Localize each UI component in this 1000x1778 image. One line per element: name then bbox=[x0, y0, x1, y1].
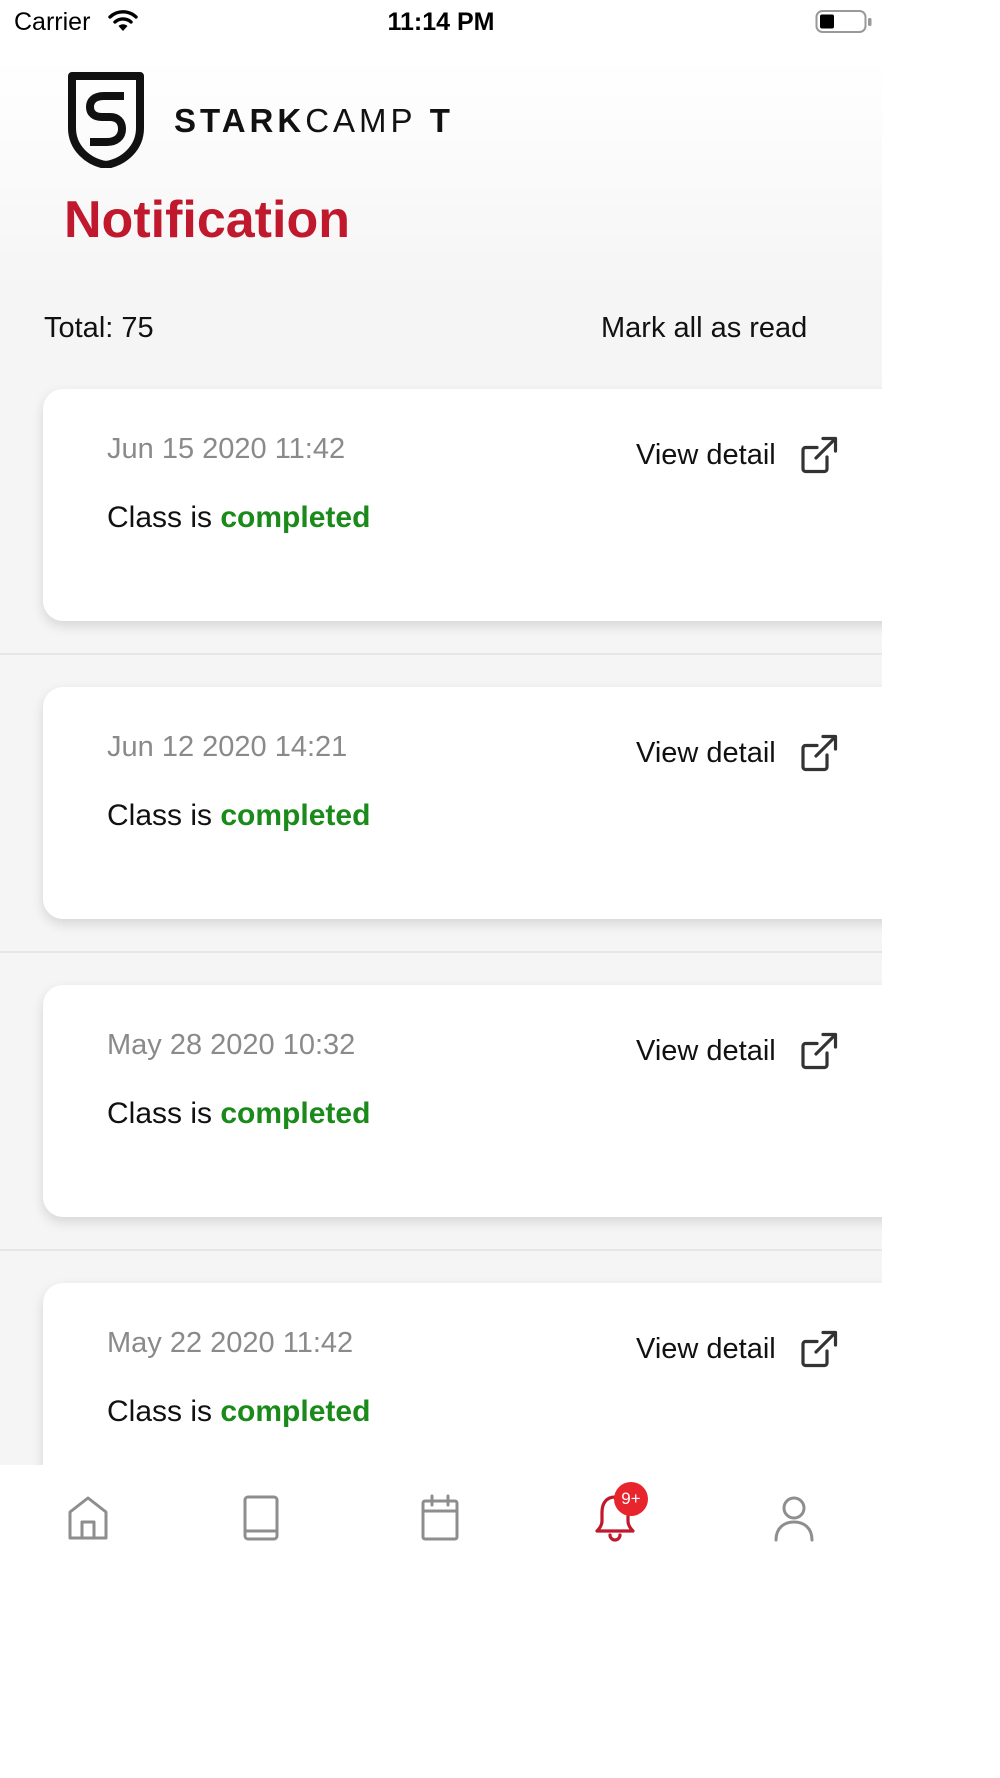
view-detail-label: View detail bbox=[636, 439, 776, 471]
brand-name-suffix: T bbox=[416, 102, 454, 139]
logo-mark-icon bbox=[66, 70, 146, 173]
external-link-icon bbox=[799, 435, 839, 480]
notification-count-badge: 9+ bbox=[614, 1482, 648, 1516]
divider bbox=[0, 951, 882, 953]
calendar-icon bbox=[410, 1494, 470, 1551]
notification-card[interactable]: Jun 12 2020 14:21 Class is completed Vie… bbox=[43, 687, 882, 919]
notification-card[interactable]: May 28 2020 10:32 Class is completed Vie… bbox=[43, 985, 882, 1217]
home-icon bbox=[58, 1496, 118, 1551]
notification-message: Class is completed bbox=[107, 1395, 370, 1429]
message-prefix: Class is bbox=[107, 799, 221, 832]
status-completed: completed bbox=[220, 1097, 371, 1130]
mark-all-read-button[interactable]: Mark all as read bbox=[601, 312, 807, 345]
notification-date: Jun 15 2020 11:42 bbox=[107, 433, 346, 465]
notification-message: Class is completed bbox=[107, 1097, 370, 1131]
notification-date: May 28 2020 10:32 bbox=[107, 1029, 356, 1061]
page-title: Notification bbox=[64, 191, 350, 249]
notification-screen: Carrier 11:14 PM STARKCAMP T Notificatio… bbox=[0, 0, 882, 1778]
external-link-icon bbox=[799, 733, 839, 778]
status-time: 11:14 PM bbox=[387, 8, 495, 36]
brand-name-light: CAMP bbox=[305, 102, 417, 139]
status-completed: completed bbox=[220, 501, 371, 534]
profile-icon bbox=[764, 1496, 824, 1551]
tab-courses[interactable] bbox=[231, 1487, 291, 1547]
external-link-icon bbox=[799, 1329, 839, 1374]
notification-date: Jun 12 2020 14:21 bbox=[107, 731, 348, 763]
status-completed: completed bbox=[220, 1395, 371, 1428]
book-icon bbox=[231, 1495, 291, 1551]
message-prefix: Class is bbox=[107, 1097, 221, 1130]
view-detail-label: View detail bbox=[636, 1035, 776, 1067]
brand-name: STARKCAMP T bbox=[174, 102, 454, 140]
notification-card[interactable]: Jun 15 2020 11:42 Class is completed Vie… bbox=[43, 389, 882, 621]
tab-home[interactable] bbox=[58, 1487, 118, 1547]
bell-icon bbox=[585, 1495, 645, 1551]
view-detail-label: View detail bbox=[636, 737, 776, 769]
brand-logo: STARKCAMP T bbox=[66, 70, 506, 170]
divider bbox=[0, 653, 882, 655]
total-count: Total: 75 bbox=[44, 312, 154, 344]
background-edge bbox=[882, 0, 1000, 1778]
status-bar: Carrier 11:14 PM bbox=[0, 0, 882, 44]
divider bbox=[0, 1249, 882, 1251]
status-completed: completed bbox=[220, 799, 371, 832]
message-prefix: Class is bbox=[107, 501, 221, 534]
brand-name-bold: STARK bbox=[174, 102, 306, 139]
notification-date: May 22 2020 11:42 bbox=[107, 1327, 354, 1359]
tab-profile[interactable] bbox=[764, 1487, 824, 1547]
message-prefix: Class is bbox=[107, 1395, 221, 1428]
notification-message: Class is completed bbox=[107, 501, 370, 535]
external-link-icon bbox=[799, 1031, 839, 1076]
bottom-tab-bar bbox=[0, 1465, 882, 1778]
tab-schedule[interactable] bbox=[410, 1487, 470, 1547]
view-detail-label: View detail bbox=[636, 1333, 776, 1365]
notification-message: Class is completed bbox=[107, 799, 370, 833]
battery-icon bbox=[815, 9, 873, 40]
